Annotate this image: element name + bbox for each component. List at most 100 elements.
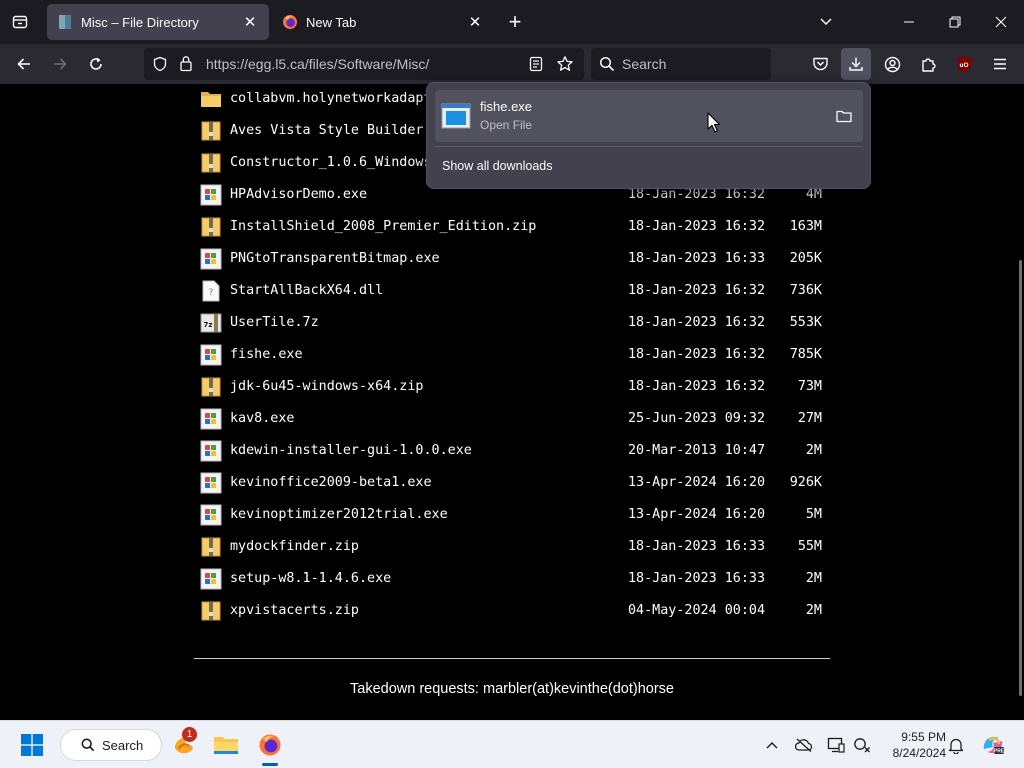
svg-text:?: ? — [209, 288, 214, 298]
archive-7z-icon: 7z — [200, 312, 222, 334]
file-link[interactable]: UserTile.7z — [230, 315, 319, 330]
account-icon[interactable] — [878, 50, 906, 78]
lock-icon[interactable] — [179, 55, 193, 77]
downloads-icon[interactable] — [841, 48, 871, 80]
close-tab-icon[interactable]: ✕ — [241, 13, 259, 31]
file-link[interactable]: kdewin-installer-gui-1.0.0.exe — [230, 443, 472, 458]
file-date: 18-Jan-2023 16:33 — [628, 539, 766, 554]
taskbar-search-box[interactable]: Search — [60, 729, 162, 761]
file-link[interactable]: setup-w8.1-1.4.6.exe — [230, 571, 391, 586]
file-link[interactable]: jdk-6u45-windows-x64.zip — [230, 379, 423, 394]
file-date: 20-Mar-2013 10:47 — [628, 443, 766, 458]
file-link[interactable]: PNGtoTransparentBitmap.exe — [230, 251, 440, 266]
file-link[interactable]: HPAdvisorDemo.exe — [230, 187, 367, 202]
firefox-favicon-icon — [282, 14, 298, 30]
url-text: https://egg.l5.ca/files/Software/Misc/ — [206, 56, 430, 72]
file-link[interactable]: kav8.exe — [230, 411, 295, 426]
windows-start-icon[interactable] — [14, 725, 50, 765]
file-date: 18-Jan-2023 16:33 — [628, 251, 766, 266]
hamburger-menu-icon[interactable] — [986, 50, 1014, 78]
onedrive-offline-icon[interactable] — [794, 735, 814, 755]
extensions-puzzle-icon[interactable] — [914, 50, 942, 78]
file-date: 18-Jan-2023 16:32 — [628, 315, 766, 330]
minimize-icon[interactable] — [894, 8, 924, 36]
application-exe-icon — [441, 102, 471, 130]
file-row: ? StartAllBackX64.dll 18-Jan-2023 16:32 736… — [200, 278, 840, 306]
file-link[interactable]: mydockfinder.zip — [230, 539, 359, 554]
download-filename: fishe.exe — [480, 99, 533, 114]
file-link[interactable]: collabvm.holynetworkadapt — [230, 91, 432, 106]
file-size: 553K — [789, 315, 822, 330]
file-date: 18-Jan-2023 16:32 — [628, 219, 766, 234]
exe-icon — [200, 472, 222, 494]
file-date: 13-Apr-2024 16:20 — [628, 507, 766, 522]
url-bar[interactable]: https://egg.l5.ca/files/Software/Misc/ — [144, 48, 584, 80]
file-date: 18-Jan-2023 16:33 — [628, 571, 766, 586]
close-tab-icon[interactable]: ✕ — [466, 13, 484, 31]
scrollbar-thumb[interactable] — [1019, 260, 1022, 696]
search-bar[interactable]: Search — [591, 48, 771, 80]
footer-divider — [194, 658, 830, 659]
zip-icon — [200, 216, 222, 238]
zip-icon — [200, 536, 222, 558]
show-all-downloads-link[interactable]: Show all downloads — [442, 159, 553, 173]
file-link[interactable]: Aves Vista Style Builder. — [230, 123, 432, 138]
pocket-icon[interactable] — [806, 50, 834, 78]
notifications-bell-icon[interactable] — [946, 735, 966, 755]
file-link[interactable]: Constructor_1.0.6_Windows — [230, 155, 432, 170]
file-size: 2M — [805, 443, 822, 458]
ublock-origin-icon[interactable]: uO — [950, 50, 978, 78]
download-item-fishe[interactable]: fishe.exe Open File — [435, 90, 863, 142]
tab-new-tab[interactable]: New Tab ✕ — [272, 4, 494, 40]
firefox-view-icon[interactable] — [6, 8, 34, 36]
new-tab-plus-icon[interactable]: + — [502, 9, 528, 35]
file-link[interactable]: kevinoptimizer2012trial.exe — [230, 507, 448, 522]
takedown-footer: Takedown requests: marbler(at)kevinthe(d… — [350, 681, 674, 697]
close-window-icon[interactable] — [986, 8, 1016, 36]
show-in-folder-icon[interactable] — [833, 106, 855, 126]
downloads-panel: fishe.exe Open File Show all downloads — [426, 82, 871, 189]
reader-view-icon[interactable] — [528, 56, 544, 77]
file-size: 27M — [797, 411, 822, 426]
file-size: 926K — [789, 475, 822, 490]
file-link[interactable]: InstallShield_2008_Premier_Edition.zip — [230, 219, 536, 234]
back-arrow-icon[interactable] — [10, 50, 38, 78]
file-explorer-icon[interactable] — [208, 725, 244, 765]
file-date: 04-May-2024 00:04 — [628, 603, 766, 618]
show-hidden-icons-chevron-icon[interactable] — [762, 735, 782, 755]
firefox-icon[interactable] — [252, 725, 288, 765]
exe-icon — [200, 568, 222, 590]
file-date: 25-Jun-2023 09:32 — [628, 411, 766, 426]
network-disconnected-icon[interactable] — [852, 735, 872, 755]
list-all-tabs-chevron-icon[interactable] — [811, 8, 841, 36]
file-size: 2M — [805, 603, 822, 618]
file-size: 2M — [805, 571, 822, 586]
notification-badge: 1 — [182, 727, 197, 742]
navigation-toolbar: https://egg.l5.ca/files/Software/Misc/ S… — [0, 44, 1024, 84]
clock-date: 8/24/2024 — [892, 746, 946, 760]
file-link[interactable]: xpvistacerts.zip — [230, 603, 359, 618]
file-row: PNGtoTransparentBitmap.exe 18-Jan-2023 16… — [200, 246, 840, 274]
system-clock[interactable]: 9:55 PM 8/24/2024 — [880, 729, 946, 761]
file-link[interactable]: StartAllBackX64.dll — [230, 283, 383, 298]
file-row: fishe.exe 18-Jan-2023 16:32 785K — [200, 342, 840, 370]
bookmark-star-icon[interactable] — [556, 55, 574, 78]
exe-icon — [200, 440, 222, 462]
panel-separator — [435, 146, 863, 147]
file-date: 18-Jan-2023 16:32 — [628, 379, 766, 394]
folder-icon — [200, 88, 222, 110]
tracking-protection-shield-icon[interactable] — [152, 56, 168, 77]
exe-icon — [200, 408, 222, 430]
exe-icon — [200, 344, 222, 366]
search-icon — [81, 738, 95, 752]
file-link[interactable]: fishe.exe — [230, 347, 303, 362]
file-row: jdk-6u45-windows-x64.zip 18-Jan-2023 16:3… — [200, 374, 840, 402]
tab-misc-file-directory[interactable]: Misc – File Directory ✕ — [47, 4, 269, 40]
reload-icon[interactable] — [82, 50, 110, 78]
copilot-icon[interactable]: PRE — [980, 735, 1006, 755]
restore-icon[interactable] — [940, 8, 970, 36]
file-link[interactable]: kevinoffice2009-beta1.exe — [230, 475, 432, 490]
forward-arrow-icon[interactable] — [46, 50, 74, 78]
display-icon[interactable] — [826, 735, 846, 755]
file-date: 13-Apr-2024 16:20 — [628, 475, 766, 490]
